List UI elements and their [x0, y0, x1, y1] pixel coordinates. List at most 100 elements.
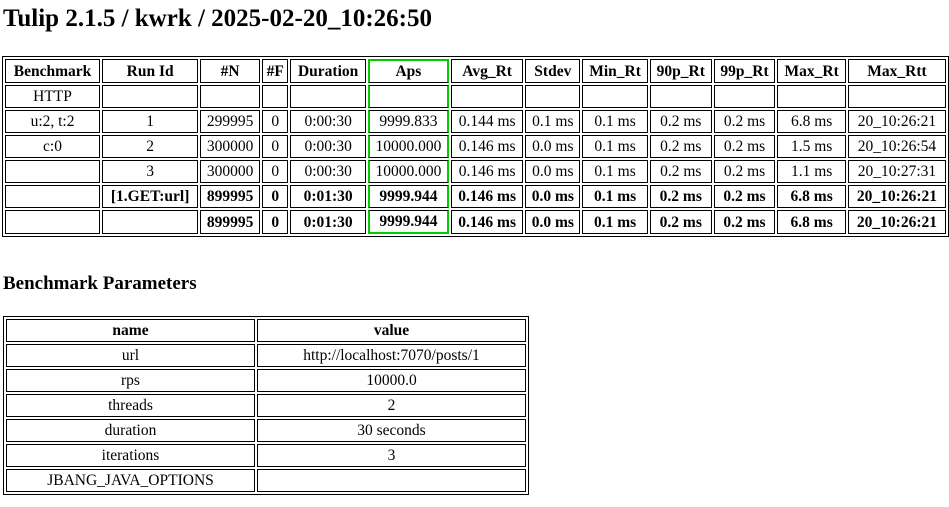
table-cell — [200, 85, 260, 108]
table-cell: 10000.000 — [367, 160, 449, 183]
table-cell: 0.2 ms — [713, 160, 776, 183]
table-cell: 0.0 ms — [525, 135, 581, 158]
col-header-aps: Aps — [367, 59, 449, 83]
table-cell — [5, 160, 101, 183]
table-cell: 20_10:26:21 — [847, 110, 946, 133]
table-cell: 0 — [261, 185, 289, 208]
page-title: Tulip 2.1.5 / kwrk / 2025-02-20_10:26:50 — [3, 5, 432, 32]
table-cell: 0 — [261, 135, 289, 158]
table-cell — [525, 85, 581, 108]
table-cell: 20_10:27:31 — [847, 160, 946, 183]
table-cell — [582, 85, 648, 108]
table-cell — [649, 85, 712, 108]
table-cell: 20_10:26:21 — [847, 185, 946, 208]
table-cell — [777, 85, 846, 108]
param-name: duration — [6, 419, 255, 442]
param-value — [257, 469, 526, 492]
table-cell: 0.2 ms — [713, 210, 776, 234]
table-cell: 0:00:30 — [290, 110, 366, 133]
table-row: u:2, t:2 1 299995 0 0:00:30 9999.833 0.144 ms 0… — [5, 110, 946, 133]
param-row: JBANG_JAVA_OPTIONS — [6, 469, 526, 492]
table-cell: 0 — [261, 110, 289, 133]
table-cell: 300000 — [200, 135, 260, 158]
table-cell: 0:01:30 — [290, 185, 366, 208]
param-value: 10000.0 — [257, 369, 526, 392]
table-cell: 0.146 ms — [450, 135, 524, 158]
table-cell: 6.8 ms — [777, 185, 846, 208]
table-cell: 0.1 ms — [582, 210, 648, 234]
table-cell: 899995 — [200, 210, 260, 234]
table-cell: 0.1 ms — [525, 110, 581, 133]
col-header-min-rt: Min_Rt — [582, 59, 648, 83]
table-cell: 0.2 ms — [713, 110, 776, 133]
params-table: name value url http://localhost:7070/post… — [3, 316, 529, 495]
table-cell — [102, 210, 199, 234]
param-name: JBANG_JAVA_OPTIONS — [6, 469, 255, 492]
table-cell: 1.5 ms — [777, 135, 846, 158]
param-row: rps 10000.0 — [6, 369, 526, 392]
table-cell — [5, 185, 101, 208]
param-name: threads — [6, 394, 255, 417]
table-cell: 2 — [102, 135, 199, 158]
table-cell: 0.0 ms — [525, 160, 581, 183]
table-row: c:0 2 300000 0 0:00:30 10000.000 0.146 ms 0.0 m… — [5, 135, 946, 158]
param-value: 30 seconds — [257, 419, 526, 442]
table-cell: 9999.944 — [367, 185, 449, 208]
table-cell: 3 — [102, 160, 199, 183]
table-cell: 0.1 ms — [582, 110, 648, 133]
param-name: rps — [6, 369, 255, 392]
table-cell: 0.2 ms — [649, 210, 712, 234]
table-cell: 0.146 ms — [450, 210, 524, 234]
table-cell — [290, 85, 366, 108]
table-cell: 0:00:30 — [290, 135, 366, 158]
table-cell: 0:01:30 — [290, 210, 366, 234]
table-cell: 9999.944 — [367, 210, 449, 234]
table-cell: 0.2 ms — [713, 185, 776, 208]
table-cell: 0.146 ms — [450, 160, 524, 183]
col-header-max-rtt: Max_Rtt — [847, 59, 946, 83]
col-header-n: #N — [200, 59, 260, 83]
param-value: 3 — [257, 444, 526, 467]
col-header-duration: Duration — [290, 59, 366, 83]
table-row: 899995 0 0:01:30 9999.944 0.146 ms 0.0 ms 0.1 … — [5, 210, 946, 234]
table-cell: 0.2 ms — [649, 185, 712, 208]
table-row: [1.GET:url] 899995 0 0:01:30 9999.944 0.146 m… — [5, 185, 946, 208]
table-cell: 6.8 ms — [777, 210, 846, 234]
table-cell: 0:00:30 — [290, 160, 366, 183]
table-row: HTTP — [5, 85, 946, 108]
table-cell: u:2, t:2 — [5, 110, 101, 133]
params-header-row: name value — [6, 319, 526, 342]
table-cell — [102, 85, 199, 108]
table-row: 3 300000 0 0:00:30 10000.000 0.146 ms 0.0 ms 0.… — [5, 160, 946, 183]
table-cell: 10000.000 — [367, 135, 449, 158]
table-cell — [5, 210, 101, 234]
col-header-benchmark: Benchmark — [5, 59, 101, 83]
col-header-f: #F — [261, 59, 289, 83]
table-cell: 0.1 ms — [582, 160, 648, 183]
col-header-99p-rt: 99p_Rt — [713, 59, 776, 83]
table-cell: 0.146 ms — [450, 185, 524, 208]
param-value: 2 — [257, 394, 526, 417]
table-cell: 20_10:26:21 — [847, 210, 946, 234]
param-row: url http://localhost:7070/posts/1 — [6, 344, 526, 367]
table-cell: 6.8 ms — [777, 110, 846, 133]
param-name: url — [6, 344, 255, 367]
col-header-run-id: Run Id — [102, 59, 199, 83]
table-cell — [847, 85, 946, 108]
table-cell: [1.GET:url] — [102, 185, 199, 208]
table-cell: 20_10:26:54 — [847, 135, 946, 158]
table-cell: 0.0 ms — [525, 185, 581, 208]
table-cell: 0.144 ms — [450, 110, 524, 133]
table-cell: 1.1 ms — [777, 160, 846, 183]
col-header-avg-rt: Avg_Rt — [450, 59, 524, 83]
table-cell: 899995 — [200, 185, 260, 208]
param-row: duration 30 seconds — [6, 419, 526, 442]
col-header-stdev: Stdev — [525, 59, 581, 83]
results-table: Benchmark Run Id #N #F Duration Aps Avg_… — [2, 56, 949, 237]
param-row: threads 2 — [6, 394, 526, 417]
param-row: iterations 3 — [6, 444, 526, 467]
table-cell: 9999.833 — [367, 110, 449, 133]
table-cell: 0.1 ms — [582, 185, 648, 208]
results-header-row: Benchmark Run Id #N #F Duration Aps Avg_… — [5, 59, 946, 83]
col-header-90p-rt: 90p_Rt — [649, 59, 712, 83]
